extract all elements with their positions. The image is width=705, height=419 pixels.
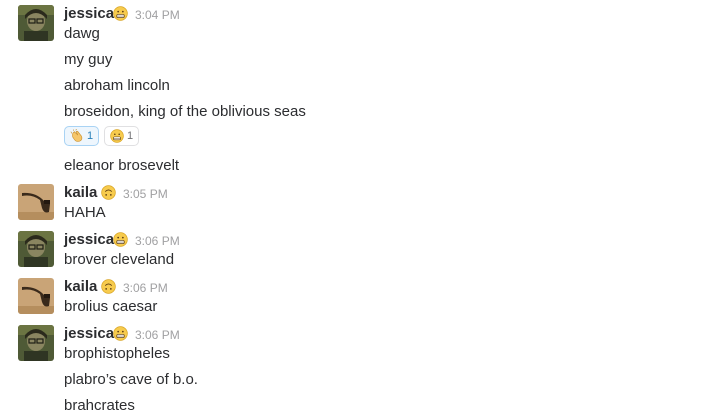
message-text: broseidon, king of the oblivious seas: [64, 103, 306, 120]
upside-down-face-icon: [101, 279, 116, 294]
reaction-count: 1: [87, 130, 94, 142]
username[interactable]: jessica: [64, 5, 114, 23]
username[interactable]: jessica: [64, 325, 114, 343]
upside-down-face-icon: [101, 185, 116, 200]
grimacing-emoji-icon: [113, 6, 128, 21]
message-text: brolius caesar: [64, 298, 158, 315]
username[interactable]: kaila: [64, 278, 97, 296]
avatar-kaila[interactable]: [18, 184, 54, 220]
message-text: my guy: [64, 51, 113, 68]
avatar-jessica[interactable]: [18, 5, 54, 41]
message-text: dawg: [64, 25, 100, 42]
username[interactable]: kaila: [64, 184, 97, 202]
grimacing-emoji-icon: [110, 129, 124, 143]
message-text: eleanor brosevelt: [64, 157, 180, 174]
message-text: abroham lincoln: [64, 77, 170, 94]
avatar-jessica[interactable]: [18, 231, 54, 267]
reaction-grimacing[interactable]: 1: [104, 126, 140, 146]
grimacing-emoji-icon: [113, 326, 128, 341]
timestamp[interactable]: 3:05 PM: [123, 186, 168, 202]
reaction-count: 1: [127, 130, 134, 142]
message-text: brophistopheles: [64, 345, 170, 362]
message-text: brahcrates: [64, 397, 135, 414]
message-text: HAHA: [64, 204, 106, 221]
clapping-hands-icon: [70, 129, 83, 142]
timestamp[interactable]: 3:06 PM: [135, 233, 180, 249]
timestamp[interactable]: 3:06 PM: [135, 327, 180, 343]
timestamp[interactable]: 3:04 PM: [135, 7, 180, 23]
username[interactable]: jessica: [64, 231, 114, 249]
grimacing-emoji-icon: [113, 232, 128, 247]
reaction-clap[interactable]: 1: [64, 126, 100, 146]
message-text: plabro’s cave of b.o.: [64, 371, 198, 388]
timestamp[interactable]: 3:06 PM: [123, 280, 168, 296]
avatar-kaila[interactable]: [18, 278, 54, 314]
message-feed: jessica 3:04 PM dawg my guy abroham linc…: [0, 0, 705, 419]
message-text: brover cleveland: [64, 251, 175, 268]
avatar-jessica[interactable]: [18, 325, 54, 361]
